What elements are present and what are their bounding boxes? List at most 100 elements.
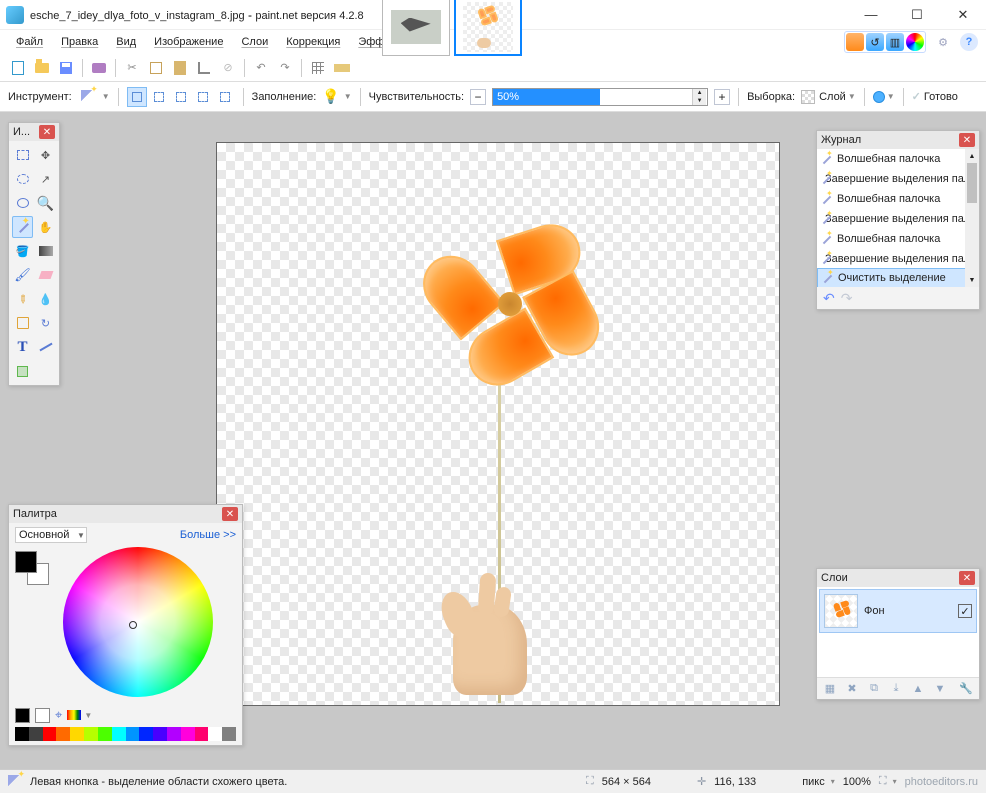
status-units[interactable]: пикс: [802, 776, 825, 788]
tolerance-decrease[interactable]: −: [470, 89, 486, 105]
tool-paint-bucket[interactable]: 🪣: [12, 240, 33, 262]
swatch[interactable]: [126, 727, 140, 741]
tool-magic-wand[interactable]: [12, 216, 33, 238]
menu-file[interactable]: Файл: [8, 33, 51, 51]
swatch[interactable]: [112, 727, 126, 741]
tool-line[interactable]: [35, 336, 56, 358]
swatch[interactable]: [70, 727, 84, 741]
history-list[interactable]: Волшебная палочкаЗавершение выделения па…: [817, 149, 979, 287]
tool-move-selection[interactable]: ✥: [35, 144, 56, 166]
tool-rectangle-select[interactable]: [12, 144, 33, 166]
tool-text[interactable]: T: [12, 336, 33, 358]
tool-lasso[interactable]: [12, 168, 33, 190]
menu-edit[interactable]: Правка: [53, 33, 106, 51]
history-item[interactable]: Волшебная палочка: [817, 229, 979, 249]
paste-button[interactable]: [170, 58, 190, 78]
new-button[interactable]: [8, 58, 28, 78]
tool-recolor[interactable]: ↻: [35, 312, 56, 334]
color-wheel[interactable]: [63, 547, 213, 697]
selection-subtract[interactable]: [171, 87, 191, 107]
tool-ellipse-select[interactable]: [12, 192, 33, 214]
swatch[interactable]: [208, 727, 222, 741]
fit-window-icon[interactable]: ⛶: [879, 775, 887, 788]
commit-button[interactable]: Готово: [912, 90, 958, 103]
crop-button[interactable]: [194, 58, 214, 78]
floodmode-icon[interactable]: 💡: [322, 88, 339, 105]
tolerance-increase[interactable]: +: [714, 89, 730, 105]
eyedropper-icon[interactable]: ⌖: [55, 707, 62, 723]
maximize-button[interactable]: ☐: [894, 0, 940, 30]
duplicate-layer-button[interactable]: ⧉: [865, 681, 883, 697]
swatch[interactable]: [84, 727, 98, 741]
menu-view[interactable]: Вид: [108, 33, 144, 51]
layers-panel-close[interactable]: ✕: [959, 571, 975, 585]
tool-eraser[interactable]: [35, 264, 56, 286]
save-button[interactable]: [56, 58, 76, 78]
print-button[interactable]: [89, 58, 109, 78]
tool-color-picker[interactable]: 💧: [35, 288, 56, 310]
history-item[interactable]: Завершение выделения палочкой: [817, 209, 979, 229]
sampling-dropdown[interactable]: Слой ▼: [801, 90, 856, 104]
swatch[interactable]: [167, 727, 181, 741]
swatch[interactable]: [15, 727, 29, 741]
tool-dropdown-icon[interactable]: ▼: [102, 92, 110, 101]
tool-pan[interactable]: ✋: [35, 216, 56, 238]
document-thumb-orange[interactable]: [454, 0, 522, 56]
palette-menu-icon[interactable]: ▼: [84, 711, 92, 720]
tool-paintbrush[interactable]: 🖌: [12, 264, 33, 286]
open-button[interactable]: [32, 58, 52, 78]
close-button[interactable]: ✕: [940, 0, 986, 30]
history-item[interactable]: Волшебная палочка: [817, 149, 979, 169]
palette-icon[interactable]: [67, 710, 81, 720]
floodmode-dropdown-icon[interactable]: ▼: [344, 92, 352, 101]
colors-panel-close[interactable]: ✕: [222, 507, 238, 521]
undo-button[interactable]: ↶: [251, 58, 271, 78]
tool-clone-stamp[interactable]: [12, 312, 33, 334]
merge-layer-button[interactable]: ⤓: [887, 681, 905, 697]
colors-window-icon[interactable]: [906, 33, 924, 51]
history-undo-icon[interactable]: ↶: [823, 290, 835, 307]
minimize-button[interactable]: —: [848, 0, 894, 30]
swatch[interactable]: [56, 727, 70, 741]
layers-window-icon[interactable]: ▥: [886, 33, 904, 51]
tool-zoom[interactable]: 🔍: [35, 192, 56, 214]
history-window-icon[interactable]: ↺: [866, 33, 884, 51]
settings-icon[interactable]: ⚙: [934, 33, 952, 51]
copy-button[interactable]: [146, 58, 166, 78]
swatch[interactable]: [195, 727, 209, 741]
selection-replace[interactable]: [127, 87, 147, 107]
menu-image[interactable]: Изображение: [146, 33, 231, 51]
swatch[interactable]: [181, 727, 195, 741]
tool-pencil[interactable]: ✎: [12, 288, 33, 310]
add-layer-button[interactable]: ▦: [821, 681, 839, 697]
swatch-black[interactable]: [15, 708, 30, 723]
move-layer-up-button[interactable]: ▲: [909, 681, 927, 697]
palette-swatches[interactable]: [15, 727, 236, 741]
history-redo-icon[interactable]: ↷: [841, 290, 853, 307]
menu-correction[interactable]: Коррекция: [278, 33, 348, 51]
cut-button[interactable]: ✂: [122, 58, 142, 78]
swatch[interactable]: [139, 727, 153, 741]
history-scrollbar[interactable]: ▲▼: [965, 149, 979, 287]
swatch[interactable]: [153, 727, 167, 741]
selection-invert[interactable]: [215, 87, 235, 107]
redo-button[interactable]: ↷: [275, 58, 295, 78]
deselect-button[interactable]: ⊘: [218, 58, 238, 78]
layer-properties-button[interactable]: 🔧: [957, 681, 975, 697]
swatch-white[interactable]: [35, 708, 50, 723]
tolerance-slider[interactable]: 50% ▲▼: [492, 88, 708, 106]
tool-gradient[interactable]: [35, 240, 56, 262]
history-item[interactable]: Завершение выделения палочкой: [817, 249, 979, 269]
canvas[interactable]: [216, 142, 780, 706]
history-item[interactable]: Завершение выделения палочкой: [817, 169, 979, 189]
more-button[interactable]: Больше >>: [180, 529, 236, 541]
selection-intersect[interactable]: [193, 87, 213, 107]
menu-layers[interactable]: Слои: [233, 33, 276, 51]
ruler-button[interactable]: [332, 58, 352, 78]
color-type-select[interactable]: Основной: [15, 527, 87, 543]
current-tool-icon[interactable]: [78, 87, 98, 107]
selection-add[interactable]: [149, 87, 169, 107]
document-thumb-bird[interactable]: [382, 0, 450, 56]
history-panel-close[interactable]: ✕: [959, 133, 975, 147]
swatch[interactable]: [43, 727, 57, 741]
